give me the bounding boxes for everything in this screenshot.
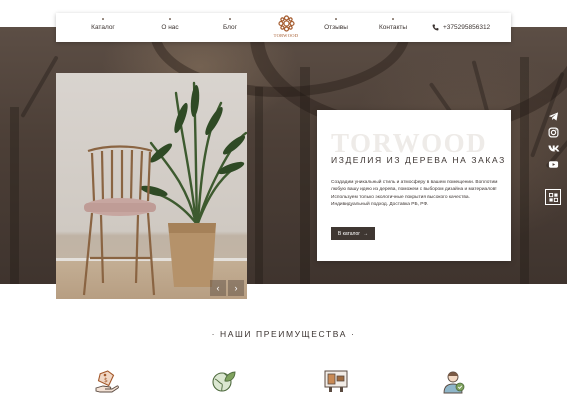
telegram-link[interactable]	[547, 110, 560, 123]
logo-text: TORWOOD	[273, 33, 299, 38]
nav-item-about[interactable]: О нас	[153, 13, 187, 42]
instagram-link[interactable]	[547, 126, 560, 139]
nav-item-label: Блог	[222, 24, 238, 31]
nav-item-label: Каталог	[91, 24, 115, 31]
slider-next-button[interactable]: ›	[228, 280, 244, 296]
nav-item-reviews[interactable]: Отзывы	[318, 13, 354, 42]
nav-dot	[169, 18, 171, 20]
nav-item-contacts[interactable]: Контакты	[372, 13, 414, 42]
nav-dot	[392, 18, 394, 20]
hero-subtitle: ИЗДЕЛИЯ ИЗ ДЕРЕВА НА ЗАКАЗ	[331, 155, 506, 165]
svg-text:$: $	[104, 377, 108, 384]
phone-link[interactable]: +375295856312	[432, 13, 490, 42]
phone-number: +375295856312	[443, 24, 491, 31]
catalog-button-label: В каталог	[337, 230, 361, 237]
slider-prev-button[interactable]: ‹	[210, 280, 226, 296]
vk-link[interactable]	[547, 142, 560, 155]
nav-item-blog[interactable]: Блог	[216, 13, 244, 42]
grid-menu-icon	[548, 192, 558, 202]
advantages-title: · НАШИ ПРЕИМУЩЕСТВА ·	[211, 329, 356, 339]
brand-logo[interactable]: TORWOOD	[274, 15, 298, 41]
nav-item-label: Отзывы	[324, 24, 348, 31]
catalog-button[interactable]: В каталог →	[331, 227, 375, 240]
nav-item-label: Контакты	[378, 24, 408, 31]
hero-card: TORWOOD ИЗДЕЛИЯ ИЗ ДЕРЕВА НА ЗАКАЗ Созда…	[317, 110, 511, 261]
chair-and-plant-illustration	[82, 81, 247, 296]
top-navigation: Каталог О нас Блог TORWOOD Отзывы Контак…	[56, 13, 511, 42]
workshop-furniture-icon	[324, 370, 348, 392]
nav-item-catalog[interactable]: Каталог	[83, 13, 123, 42]
telegram-icon	[548, 112, 559, 121]
nav-dot	[229, 18, 231, 20]
hero-photo: ‹ ›	[56, 73, 247, 299]
side-menu-button[interactable]	[545, 189, 561, 205]
eco-globe-leaf-icon	[212, 371, 236, 392]
phone-icon	[432, 24, 439, 31]
youtube-icon	[548, 161, 559, 168]
arrow-right-icon: →	[363, 230, 369, 237]
logo-emblem-icon	[277, 15, 295, 32]
nav-dot	[102, 18, 104, 20]
nav-item-label: О нас	[161, 24, 179, 31]
vk-icon	[547, 145, 559, 152]
price-tag-hand-icon: $	[95, 370, 119, 393]
hero-description: Создадим уникальный стиль и атмосферу в …	[331, 180, 498, 207]
nav-dot	[335, 18, 337, 20]
instagram-icon	[548, 127, 559, 138]
support-person-icon	[443, 371, 465, 394]
youtube-link[interactable]	[547, 158, 560, 171]
